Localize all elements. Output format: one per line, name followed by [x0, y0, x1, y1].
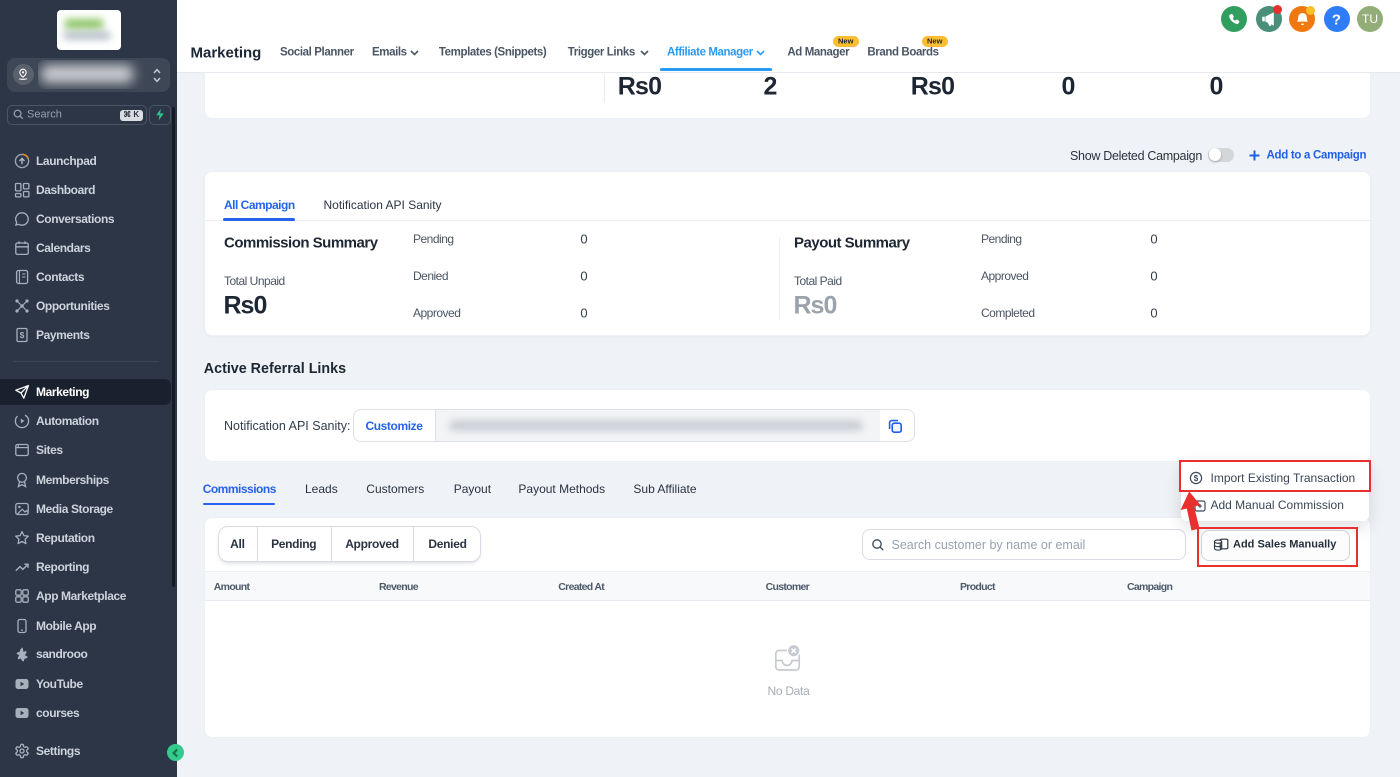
svg-text:$: $: [20, 330, 25, 340]
